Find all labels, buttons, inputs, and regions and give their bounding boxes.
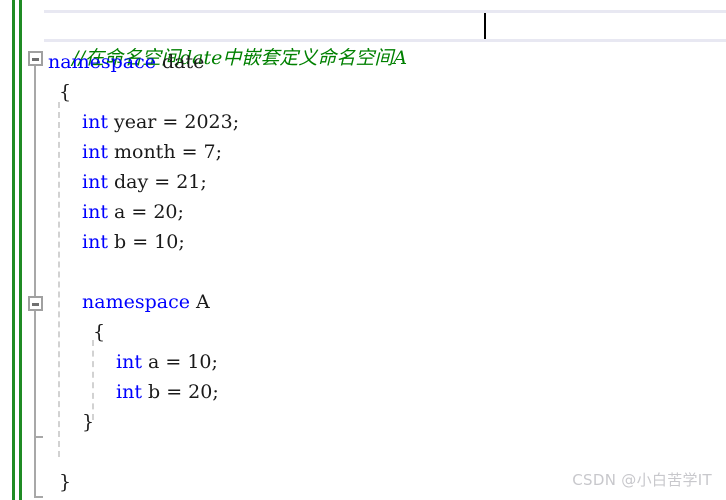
minus-icon (32, 303, 39, 306)
token-keyword: int (82, 171, 108, 193)
code-line[interactable]: } (82, 407, 94, 437)
token-text: year = 2023; (107, 111, 240, 133)
code-line[interactable]: { (93, 317, 105, 347)
fold-toggle-namespace-A[interactable] (28, 296, 43, 311)
code-line[interactable]: int b = 20; (116, 377, 219, 407)
token-text: A (189, 291, 210, 313)
fold-region-end (34, 496, 43, 498)
token-text: { (59, 81, 72, 103)
fold-region-end (34, 436, 43, 438)
token-text: { (93, 321, 106, 343)
token-keyword: namespace (48, 51, 156, 73)
token-text: date (155, 51, 205, 73)
token-text: month = 7; (107, 141, 223, 163)
token-keyword: int (82, 201, 108, 223)
token-keyword: int (116, 381, 142, 403)
token-text: } (59, 471, 72, 493)
code-line[interactable]: int a = 20; (82, 197, 184, 227)
code-line[interactable]: int month = 7; (82, 137, 222, 167)
token-keyword: int (82, 141, 108, 163)
fold-toggle-namespace-date[interactable] (28, 51, 43, 66)
token-text: } (82, 411, 95, 433)
code-line[interactable]: int year = 2023; (82, 107, 239, 137)
change-bar-unsaved (19, 0, 22, 500)
token-text: b = 10; (107, 231, 185, 253)
token-keyword: int (82, 111, 108, 133)
csdn-watermark: CSDN @小白苦学IT (572, 471, 712, 489)
code-line[interactable]: int b = 10; (82, 227, 185, 257)
code-line-comment[interactable]: //在命名空间date中嵌套定义命名空间A (48, 10, 407, 69)
token-text: b = 20; (141, 381, 219, 403)
token-keyword: namespace (82, 291, 190, 313)
fold-connector-line (34, 280, 36, 297)
change-bar-saved (12, 0, 15, 500)
text-caret (484, 13, 486, 39)
token-keyword: int (82, 231, 108, 253)
token-text: day = 21; (107, 171, 207, 193)
code-editor-canvas[interactable]: //在命名空间date中嵌套定义命名空间A namespace date { int… (0, 0, 726, 500)
token-keyword: int (116, 351, 142, 373)
code-line[interactable]: int day = 21; (82, 167, 207, 197)
code-line[interactable]: { (59, 77, 71, 107)
code-line[interactable]: } (59, 467, 71, 497)
indent-guide (58, 102, 60, 457)
code-line[interactable]: int a = 10; (116, 347, 218, 377)
fold-connector-line (34, 311, 36, 438)
minus-icon (32, 58, 39, 61)
token-text: a = 10; (141, 351, 218, 373)
code-line[interactable]: namespace A (82, 287, 210, 317)
token-text: a = 20; (107, 201, 184, 223)
code-line[interactable]: namespace date (48, 47, 204, 77)
